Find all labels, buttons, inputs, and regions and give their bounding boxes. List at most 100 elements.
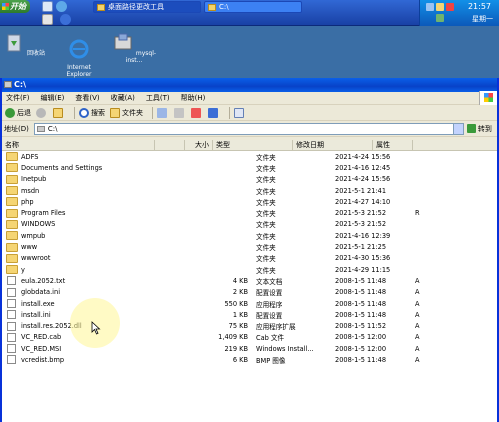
file-row[interactable]: VC_RED.MSI 219 KB Windows Install... 2008-1… xyxy=(2,343,497,354)
file-date: 2021-5-1 21:25 xyxy=(335,243,387,252)
column-size-spacer xyxy=(155,140,185,150)
menu-help[interactable]: 帮助(H) xyxy=(181,93,206,103)
search-icon xyxy=(79,107,89,118)
go-arrow-icon xyxy=(466,124,476,133)
file-icon xyxy=(7,276,16,286)
file-icon xyxy=(7,332,16,342)
file-type: Windows Install... xyxy=(256,344,314,353)
column-attributes[interactable]: 属性 xyxy=(373,140,413,150)
file-icon xyxy=(7,321,16,331)
file-date: 2021-5-3 21:52 xyxy=(335,209,387,218)
file-date: 2008-1-5 11:48 xyxy=(335,310,387,319)
start-button[interactable]: 开始 xyxy=(0,0,30,13)
file-name: VC_RED.MSI xyxy=(21,344,62,353)
file-row[interactable]: globdata.ini 2 KB 配置设置 2008-1-5 11:48 A xyxy=(2,287,497,298)
file-row[interactable]: msdn 文件夹 2021-5-1 21:41 xyxy=(2,185,497,196)
file-name: ADFS xyxy=(21,152,39,161)
taskbar-button-c-drive[interactable]: C:\ xyxy=(204,1,302,13)
address-input[interactable]: C:\ xyxy=(33,122,464,135)
desktop-icon-internet-explorer[interactable]: Internet Explorer xyxy=(49,31,109,78)
desktop-icon-recycle-bin[interactable]: 回收站 xyxy=(0,31,54,57)
column-date[interactable]: 修改日期 xyxy=(293,140,373,150)
security-icon[interactable] xyxy=(446,3,454,11)
recycle-bin-icon xyxy=(7,34,21,52)
file-row[interactable]: vcredist.bmp 6 KB BMP 图像 2008-1-5 11:48 A xyxy=(2,354,497,365)
file-row[interactable]: Inetpub 文件夹 2021-4-24 15:56 xyxy=(2,174,497,185)
file-row[interactable]: Documents and Settings 文件夹 2021-4-16 12:45 xyxy=(2,162,497,173)
file-row[interactable]: wmpub 文件夹 2021-4-16 12:39 xyxy=(2,230,497,241)
window-titlebar[interactable]: C:\ xyxy=(2,78,497,92)
file-name-cell: wwwroot xyxy=(2,253,185,263)
file-type: 文件夹 xyxy=(256,244,276,253)
file-icon xyxy=(7,344,16,354)
file-row[interactable]: WINDOWS 文件夹 2021-5-3 21:52 xyxy=(2,219,497,230)
file-type: 文件夹 xyxy=(256,232,276,241)
help-quicklaunch-icon[interactable] xyxy=(60,14,71,25)
network-icon[interactable] xyxy=(426,3,434,11)
column-size[interactable]: 大小 xyxy=(185,140,213,150)
folders-button[interactable]: 文件夹 xyxy=(110,106,143,120)
file-row[interactable]: php 文件夹 2021-4-27 14:10 xyxy=(2,196,497,207)
file-row[interactable]: ADFS 文件夹 2021-4-24 15:56 xyxy=(2,151,497,162)
volume-icon[interactable] xyxy=(436,3,444,11)
go-button[interactable]: 转到 xyxy=(466,124,492,134)
file-type: 文件夹 xyxy=(256,153,276,162)
desktop-icon-mysql-installer[interactable]: mysql-inst... xyxy=(104,31,164,64)
folder-icon xyxy=(6,231,18,241)
internet-explorer-icon xyxy=(69,39,89,59)
file-name-cell: globdata.ini xyxy=(2,287,185,297)
ime-icon[interactable] xyxy=(436,14,444,22)
column-name[interactable]: 名称 xyxy=(2,140,155,150)
file-size: 1 KB xyxy=(232,310,248,319)
undo-button[interactable] xyxy=(208,106,220,120)
menu-view[interactable]: 查看(V) xyxy=(75,93,99,103)
back-button[interactable]: 后退 xyxy=(5,106,31,120)
folder-icon xyxy=(6,253,18,263)
copy-to-button[interactable] xyxy=(174,106,186,120)
file-row[interactable]: wwwroot 文件夹 2021-4-30 15:36 xyxy=(2,253,497,264)
folders-icon xyxy=(110,107,120,118)
desktop-quicklaunch-icon[interactable] xyxy=(42,1,53,12)
address-label: 地址(D) xyxy=(4,124,29,133)
explorer-quicklaunch-icon[interactable] xyxy=(42,14,53,25)
menu-edit[interactable]: 编辑(E) xyxy=(41,93,65,103)
column-header: 名称 大小 类型 修改日期 属性 xyxy=(2,140,497,151)
move-to-icon xyxy=(157,107,167,118)
explorer-window: C:\ 文件(F) 编辑(E) 查看(V) 收藏(A) 工具(T) 帮助(H) … xyxy=(0,78,499,422)
file-type: 文本文档 xyxy=(256,277,283,286)
file-row[interactable]: eula.2052.txt 4 KB 文本文档 2008-1-5 11:48 A xyxy=(2,275,497,286)
file-attributes: A xyxy=(415,322,420,331)
forward-arrow-icon xyxy=(36,107,46,118)
up-folder-icon xyxy=(53,107,63,118)
file-row[interactable]: Program Files 文件夹 2021-5-3 21:52 R xyxy=(2,207,497,218)
menu-favorites[interactable]: 收藏(A) xyxy=(111,93,135,103)
move-to-button[interactable] xyxy=(157,106,169,120)
menu-file[interactable]: 文件(F) xyxy=(6,93,30,103)
file-date: 2008-1-5 11:52 xyxy=(335,322,387,331)
file-name-cell: msdn xyxy=(2,186,185,196)
search-button[interactable]: 搜索 xyxy=(79,106,105,120)
file-list[interactable]: 名称 大小 类型 修改日期 属性 ADFS 文件夹 2021-4-24 15:56 D… xyxy=(2,140,497,422)
copy-to-icon xyxy=(174,107,184,118)
file-name-cell: eula.2052.txt xyxy=(2,276,185,286)
up-folder-button[interactable] xyxy=(53,106,65,120)
column-type[interactable]: 类型 xyxy=(213,140,293,150)
file-name: msdn xyxy=(21,186,40,195)
desktop-icon-label: 回收站 xyxy=(26,50,45,57)
delete-button[interactable] xyxy=(191,106,203,120)
file-attributes: A xyxy=(415,355,420,364)
forward-button[interactable] xyxy=(36,106,48,120)
chevron-down-icon[interactable] xyxy=(452,123,463,134)
file-name-cell: y xyxy=(2,265,185,275)
views-button[interactable] xyxy=(234,106,246,120)
file-row[interactable]: y 文件夹 2021-4-29 11:15 xyxy=(2,264,497,275)
menu-tools[interactable]: 工具(T) xyxy=(146,93,170,103)
file-name-cell: WINDOWS xyxy=(2,219,185,229)
clock[interactable]: 21:57 xyxy=(468,2,491,11)
file-row[interactable]: www 文件夹 2021-5-1 21:25 xyxy=(2,241,497,252)
file-name: install.exe xyxy=(21,299,55,308)
taskbar-button-desktop-path-tool[interactable]: 桌面路径更改工具 xyxy=(93,1,201,13)
file-date: 2008-1-5 12:00 xyxy=(335,333,387,342)
ie-quicklaunch-icon[interactable] xyxy=(56,1,67,12)
start-label: 开始 xyxy=(10,2,26,11)
